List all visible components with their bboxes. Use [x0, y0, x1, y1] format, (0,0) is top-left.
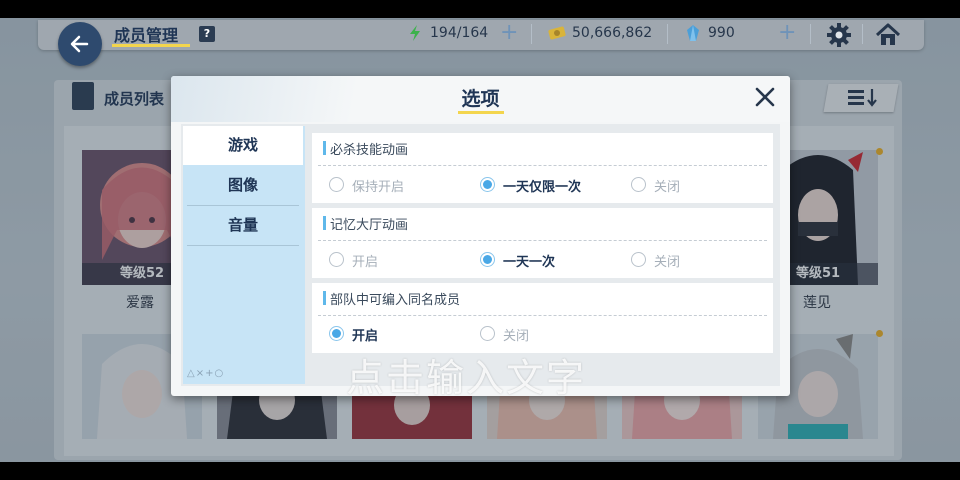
divider	[318, 165, 767, 166]
radio-once-per-day[interactable]	[480, 177, 495, 192]
radio-on[interactable]	[329, 326, 344, 341]
divider	[862, 24, 863, 44]
radio-label: 一天仅限一次	[503, 180, 582, 195]
radio-label: 保持开启	[352, 180, 405, 195]
tab-graphics[interactable]: 图像	[183, 166, 303, 205]
ap-add-button[interactable]: +	[500, 22, 518, 44]
energy-bolt-icon	[410, 25, 420, 41]
credits-counter: 50,666,862	[548, 24, 652, 42]
radio-off[interactable]	[631, 252, 646, 267]
dialog-title: 选项	[461, 88, 500, 110]
radio-label: 关闭	[654, 255, 681, 270]
gems-counter: 990	[684, 24, 735, 42]
ap-counter: 194/164	[406, 24, 488, 42]
radio-on[interactable]	[329, 252, 344, 267]
back-arrow-icon	[70, 35, 89, 53]
option-label: 部队中可编入同名成员	[330, 293, 461, 308]
divider	[318, 315, 767, 316]
radio-label: 开启	[352, 329, 379, 344]
divider	[810, 24, 811, 44]
divider	[667, 24, 668, 44]
title-underline	[458, 111, 504, 114]
option-marker	[323, 216, 326, 230]
divider	[318, 240, 767, 241]
option-marker	[323, 141, 326, 155]
home-icon[interactable]	[875, 22, 901, 48]
tab-volume[interactable]: 音量	[183, 206, 303, 245]
radio-off[interactable]	[480, 326, 495, 341]
title-underline	[112, 44, 190, 47]
tap-to-input-overlay-text: 点击输入文字	[346, 356, 587, 400]
pyroxene-gem-icon	[687, 25, 699, 41]
page-title: 成员管理	[114, 26, 179, 45]
letterbox-bottom	[0, 462, 960, 480]
gems-value: 990	[708, 25, 735, 41]
radio-label: 关闭	[654, 180, 681, 195]
radio-label: 关闭	[503, 329, 530, 344]
radio-always-on[interactable]	[329, 177, 344, 192]
option-label: 记忆大厅动画	[330, 218, 409, 233]
divider	[531, 24, 532, 44]
ap-value: 194/164	[430, 25, 489, 41]
game-screen: 成员管理 ? 194/164 + 50,666,862 990 + 成员列表 等…	[0, 0, 960, 462]
settings-gear-icon[interactable]	[826, 22, 852, 48]
tab-divider	[187, 245, 299, 246]
help-icon[interactable]: ?	[199, 26, 215, 42]
tab-footer-symbols: △×+○	[187, 368, 225, 379]
gems-add-button[interactable]: +	[778, 22, 796, 44]
sort-order-icon[interactable]	[846, 86, 880, 108]
option-label: 必杀技能动画	[330, 143, 409, 158]
radio-off[interactable]	[631, 177, 646, 192]
radio-label: 一天一次	[503, 255, 556, 270]
back-button[interactable]	[58, 22, 102, 66]
option-marker	[323, 291, 326, 305]
close-icon[interactable]	[752, 84, 778, 110]
credits-value: 50,666,862	[572, 25, 653, 41]
tab-game[interactable]: 游戏	[183, 126, 303, 165]
radio-label: 开启	[352, 255, 379, 270]
radio-once-per-day[interactable]	[480, 252, 495, 267]
credit-coin-icon	[548, 26, 566, 40]
letterbox-top	[0, 0, 960, 18]
